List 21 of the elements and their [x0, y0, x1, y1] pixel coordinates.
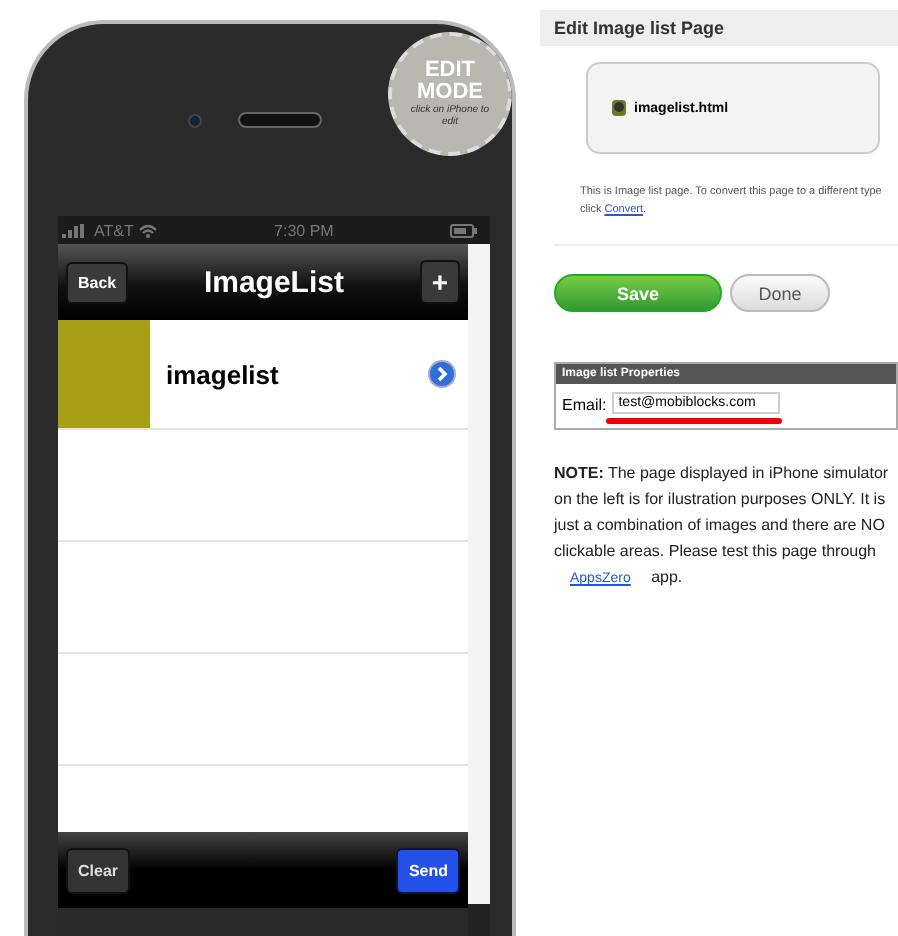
clear-button[interactable]: Clear [66, 847, 131, 893]
row-label: imagelist [164, 359, 281, 389]
page-icon [610, 98, 628, 118]
wifi-icon [137, 223, 158, 237]
panel-title: Edit Image list Page [540, 10, 898, 46]
send-button[interactable]: Send [396, 847, 460, 893]
photo-placeholder [58, 320, 150, 428]
field-label: Email: [562, 394, 607, 414]
chevron-icon[interactable] [428, 360, 456, 388]
battery-icon [450, 223, 478, 237]
back-button[interactable]: Back [66, 261, 129, 303]
badge-line: EDIT [424, 60, 476, 82]
screen-title: ImageList [203, 265, 344, 299]
signal-icon [62, 223, 90, 237]
done-button[interactable]: Done [730, 274, 830, 312]
carrier-text: AT&T [94, 221, 134, 239]
camera-icon [187, 113, 201, 127]
speaker-icon [237, 112, 321, 128]
time-text: 7:30 PM [274, 221, 334, 239]
add-button[interactable]: + [419, 260, 460, 304]
badge-line: MODE [417, 82, 483, 104]
